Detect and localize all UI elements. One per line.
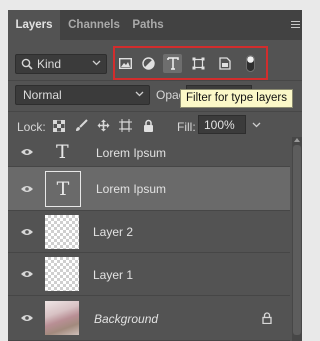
layer-name: Lorem Ipsum: [96, 146, 167, 160]
panel-menu-icon[interactable]: [291, 21, 300, 29]
chevron-down-icon: [92, 60, 101, 66]
type-layer-thumbnail-icon: T: [56, 141, 69, 163]
eye-icon[interactable]: [20, 184, 34, 194]
chevron-down-icon: [252, 122, 260, 127]
lock-icon: [144, 119, 153, 132]
layers-scrollbar[interactable]: [292, 137, 302, 341]
blend-mode-select[interactable]: Normal: [15, 85, 150, 105]
checkerboard-icon: [52, 119, 65, 132]
layer-row[interactable]: T Lorem Ipsum: [8, 137, 290, 167]
toggle-switch-icon: [246, 55, 255, 72]
adjustment-circle-icon: [142, 57, 155, 70]
brush-icon: [76, 119, 88, 131]
layer-name: Background: [94, 312, 159, 326]
tab-channels[interactable]: Channels: [62, 10, 126, 40]
smart-object-icon: [218, 57, 231, 70]
filter-kind-select[interactable]: Kind: [15, 54, 107, 74]
chevron-down-icon: [135, 91, 144, 97]
type-layer-thumbnail-icon: T: [45, 171, 81, 207]
lock-transparent-pixels-button[interactable]: [51, 118, 66, 133]
panel-tab-bar: Layers Channels Paths: [8, 10, 302, 40]
type-layers-filter-button[interactable]: [163, 54, 182, 73]
lock-position-button[interactable]: [96, 118, 111, 133]
fill-value: 100%: [204, 118, 235, 132]
lock-label: Lock:: [17, 120, 46, 134]
shape-transform-icon: [192, 57, 205, 70]
tab-paths[interactable]: Paths: [128, 10, 168, 40]
search-icon: [21, 58, 33, 70]
tab-layers[interactable]: Layers: [8, 10, 60, 40]
filter-kind-label: Kind: [37, 57, 62, 71]
scrollbar-thumb[interactable]: [293, 145, 301, 335]
layer-name: Lorem Ipsum: [96, 182, 167, 196]
smart-object-filter-button[interactable]: [215, 54, 234, 73]
lock-icon: [262, 312, 272, 324]
layer-row[interactable]: Layer 1: [8, 253, 290, 296]
lock-artboard-button[interactable]: [118, 118, 133, 133]
layer-row[interactable]: Layer 2: [8, 211, 290, 253]
layer-row[interactable]: Background: [8, 296, 290, 341]
layer-row-selected[interactable]: T Lorem Ipsum: [8, 167, 290, 211]
layer-name: Layer 2: [93, 225, 134, 239]
type-t-icon: [166, 57, 179, 70]
pixel-layers-filter-button[interactable]: [116, 54, 135, 73]
eye-icon[interactable]: [20, 147, 34, 157]
filtering-toggle-switch[interactable]: [241, 54, 260, 73]
adjustment-layers-filter-button[interactable]: [139, 54, 158, 73]
artboard-icon: [119, 119, 132, 132]
divider: [8, 80, 302, 81]
eye-icon[interactable]: [20, 269, 34, 279]
fill-field[interactable]: 100%: [198, 115, 246, 134]
background-thumbnail: [45, 301, 79, 335]
fill-label: Fill:: [177, 120, 196, 134]
layers-list: T Lorem Ipsum T Lorem Ipsum Layer 2 Laye…: [8, 137, 290, 341]
shape-layers-filter-button[interactable]: [189, 54, 208, 73]
divider: [8, 111, 302, 112]
layer-thumbnail: [45, 257, 79, 291]
blend-mode-value: Normal: [23, 88, 62, 102]
image-icon: [119, 58, 132, 69]
layer-thumbnail: [45, 215, 79, 249]
fill-dropdown-button[interactable]: [248, 115, 264, 134]
eye-icon[interactable]: [20, 227, 34, 237]
layer-name: Layer 1: [93, 268, 134, 282]
lock-all-button[interactable]: [141, 118, 156, 133]
move-arrows-icon: [97, 119, 110, 132]
scroll-up-arrow-icon[interactable]: [293, 137, 301, 143]
tooltip: Filter for type layers: [180, 89, 293, 108]
layers-panel: Layers Channels Paths Kind Normal Opac F…: [8, 10, 302, 341]
eye-icon[interactable]: [20, 313, 34, 323]
lock-image-pixels-button[interactable]: [74, 118, 89, 133]
